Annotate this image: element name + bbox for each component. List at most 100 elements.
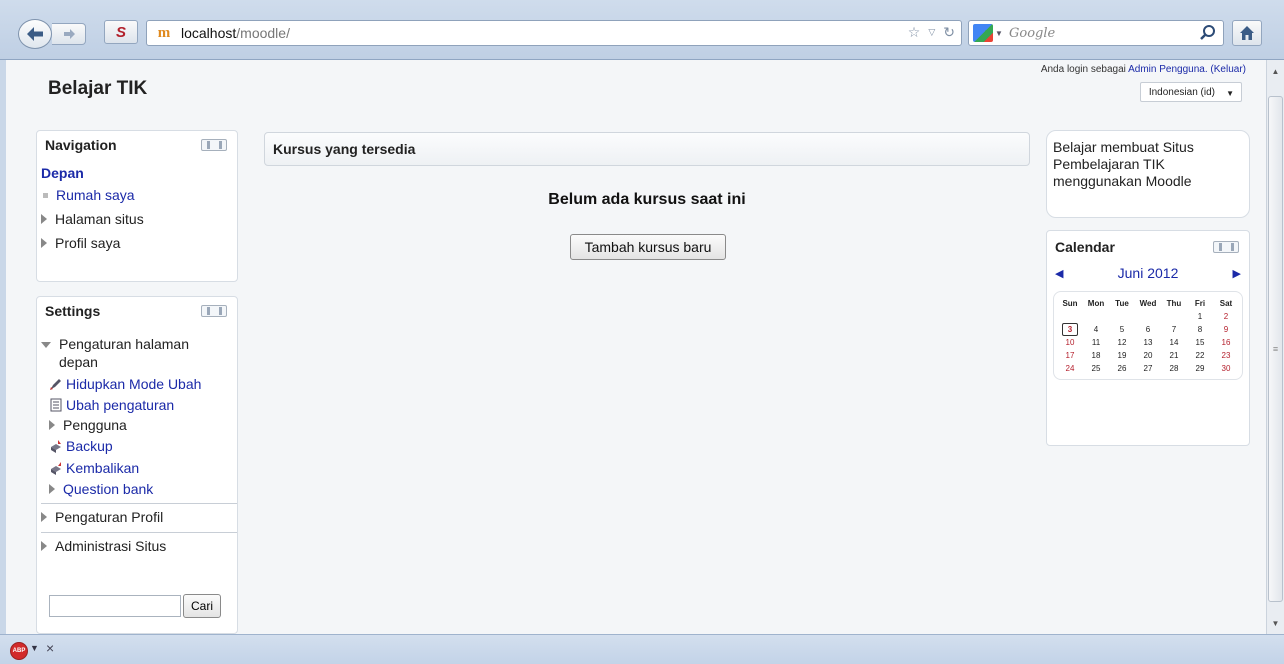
calendar-week-row: 17 18 19 20 21 22 23 [1057, 349, 1239, 362]
settings-item-question-bank[interactable]: Question bank [49, 479, 237, 499]
calendar-day[interactable]: 29 [1187, 362, 1213, 375]
calendar-today[interactable]: 3 [1061, 323, 1079, 336]
home-button[interactable] [1232, 20, 1262, 46]
calendar-header: Calendar [1047, 231, 1249, 261]
site-title: Belajar TIK [48, 78, 148, 99]
nav-item-halaman-situs[interactable]: Halaman situs [41, 207, 237, 231]
calendar-day[interactable]: 27 [1135, 362, 1161, 375]
calendar-block: Calendar ◀ Juni 2012 ▶ Sun Mon Tue Wed Thu Fr… [1046, 230, 1250, 446]
calendar-month-link[interactable]: Juni 2012 [1047, 265, 1249, 281]
settings-item-edit-mode[interactable]: Hidupkan Mode Ubah [49, 373, 237, 395]
extension-icon: S [115, 23, 126, 41]
navigation-title: Navigation [45, 137, 117, 153]
settings-item-label[interactable]: Question bank [63, 479, 153, 499]
settings-item-restore[interactable]: Kembalikan [49, 457, 237, 479]
home-icon [1240, 26, 1254, 40]
forward-button[interactable] [52, 23, 86, 45]
collapse-arrow-icon [41, 342, 51, 348]
nav-item-label[interactable]: Rumah saya [56, 185, 135, 205]
settings-item-site-admin[interactable]: Administrasi Situs [41, 533, 237, 559]
restore-icon [51, 462, 61, 475]
settings-item-label[interactable]: Ubah pengaturan [66, 395, 174, 415]
settings-section-frontpage[interactable]: Pengaturan halaman depan [41, 333, 237, 373]
settings-search-input[interactable] [49, 595, 181, 617]
calendar-day-header: Fri [1194, 298, 1206, 308]
calendar-day[interactable]: 13 [1135, 336, 1161, 349]
calendar-grid-box: Sun Mon Tue Wed Thu Fri Sat 1 2 3 4 5 6 7 8 9 10 11 12 13 1… [1053, 291, 1243, 380]
settings-item-edit-settings[interactable]: Ubah pengaturan [49, 395, 237, 415]
search-placeholder: Google [1009, 25, 1056, 41]
search-bar[interactable]: ▼ Google [968, 20, 1224, 46]
calendar-week-row: 3456789 [1057, 323, 1239, 336]
dock-block-icon[interactable] [201, 139, 227, 151]
calendar-day[interactable]: 19 [1109, 349, 1135, 362]
calendar-day[interactable]: 23 [1213, 349, 1239, 362]
language-select[interactable]: Indonesian (id) ▼ [1139, 82, 1242, 102]
bookmark-star-icon[interactable]: ☆ [908, 24, 921, 41]
address-bar[interactable]: m localhost/moodle/ ☆ ▽ ↻ [146, 20, 962, 46]
page-scrollbar[interactable]: ▲ ≡ ▼ [1266, 60, 1284, 634]
calendar-day[interactable]: 18 [1083, 349, 1109, 362]
logout-link[interactable]: (Keluar) [1210, 64, 1246, 75]
calendar-day[interactable]: 2 [1213, 310, 1239, 323]
settings-item-label[interactable]: Kembalikan [66, 457, 139, 479]
calendar-day [1135, 310, 1161, 323]
calendar-day[interactable]: 30 [1213, 362, 1239, 375]
search-icon[interactable] [1199, 24, 1217, 42]
adblock-icon[interactable]: ABP [10, 642, 28, 660]
calendar-day[interactable]: 25 [1083, 362, 1109, 375]
calendar-day[interactable]: 6 [1135, 323, 1161, 336]
next-month-icon[interactable]: ▶ [1233, 267, 1241, 280]
calendar-day[interactable]: 8 [1187, 323, 1213, 336]
calendar-day[interactable]: 15 [1187, 336, 1213, 349]
calendar-day[interactable]: 9 [1213, 323, 1239, 336]
calendar-day[interactable]: 16 [1213, 336, 1239, 349]
close-icon[interactable]: × [46, 640, 54, 656]
calendar-day-header: Sat [1219, 298, 1233, 308]
settings-item-label[interactable]: Backup [66, 435, 113, 457]
search-engine-selector[interactable]: ▼ [973, 23, 1005, 43]
calendar-day[interactable]: 22 [1187, 349, 1213, 362]
nav-item-rumah-saya[interactable]: Rumah saya [41, 183, 237, 207]
calendar-day[interactable]: 28 [1161, 362, 1187, 375]
scroll-down-icon[interactable]: ▼ [1267, 614, 1284, 632]
nav-item-profil-saya[interactable]: Profil saya [41, 231, 237, 255]
chevron-down-icon[interactable]: ▼ [30, 643, 39, 653]
settings-item-users[interactable]: Pengguna [49, 415, 237, 435]
nav-home-link[interactable]: Depan [41, 165, 237, 183]
calendar-day[interactable]: 20 [1135, 349, 1161, 362]
reload-icon[interactable]: ↻ [943, 24, 955, 41]
calendar-day[interactable]: 17 [1057, 349, 1083, 362]
settings-block: Settings Pengaturan halaman depan Hidupk… [36, 296, 238, 634]
calendar-day[interactable]: 5 [1109, 323, 1135, 336]
history-dropdown-icon[interactable]: ▽ [928, 27, 935, 38]
dock-block-icon[interactable] [201, 305, 227, 317]
settings-item-profile[interactable]: Pengaturan Profil [41, 504, 237, 530]
calendar-day[interactable]: 24 [1057, 362, 1083, 375]
calendar-day[interactable]: 12 [1109, 336, 1135, 349]
user-profile-link[interactable]: Admin Pengguna. [1128, 64, 1208, 75]
calendar-day[interactable]: 26 [1109, 362, 1135, 375]
calendar-day[interactable]: 21 [1161, 349, 1187, 362]
language-value: Indonesian (id) [1148, 86, 1215, 98]
back-arrow-icon [27, 27, 43, 41]
expand-arrow-icon [41, 214, 47, 224]
calendar-day[interactable]: 10 [1057, 336, 1083, 349]
calendar-day[interactable]: 4 [1083, 323, 1109, 336]
calendar-day[interactable]: 11 [1083, 336, 1109, 349]
back-button[interactable] [18, 19, 52, 49]
settings-item-backup[interactable]: Backup [49, 435, 237, 457]
settings-item-label[interactable]: Hidupkan Mode Ubah [66, 373, 201, 395]
scroll-up-icon[interactable]: ▲ [1267, 62, 1284, 80]
calendar-day[interactable]: 1 [1187, 310, 1213, 323]
calendar-day[interactable]: 14 [1161, 336, 1187, 349]
add-course-button[interactable]: Tambah kursus baru [570, 234, 726, 260]
dock-block-icon[interactable] [1213, 241, 1239, 253]
scroll-thumb[interactable]: ≡ [1268, 96, 1283, 602]
calendar-day[interactable]: 7 [1161, 323, 1187, 336]
chevron-down-icon: ▼ [1226, 89, 1234, 98]
calendar-day[interactable]: 3 [1057, 323, 1083, 336]
settings-search-button[interactable]: Cari [183, 594, 221, 618]
calendar-week-row: 12 [1057, 310, 1239, 323]
extension-button[interactable]: S [104, 20, 138, 44]
